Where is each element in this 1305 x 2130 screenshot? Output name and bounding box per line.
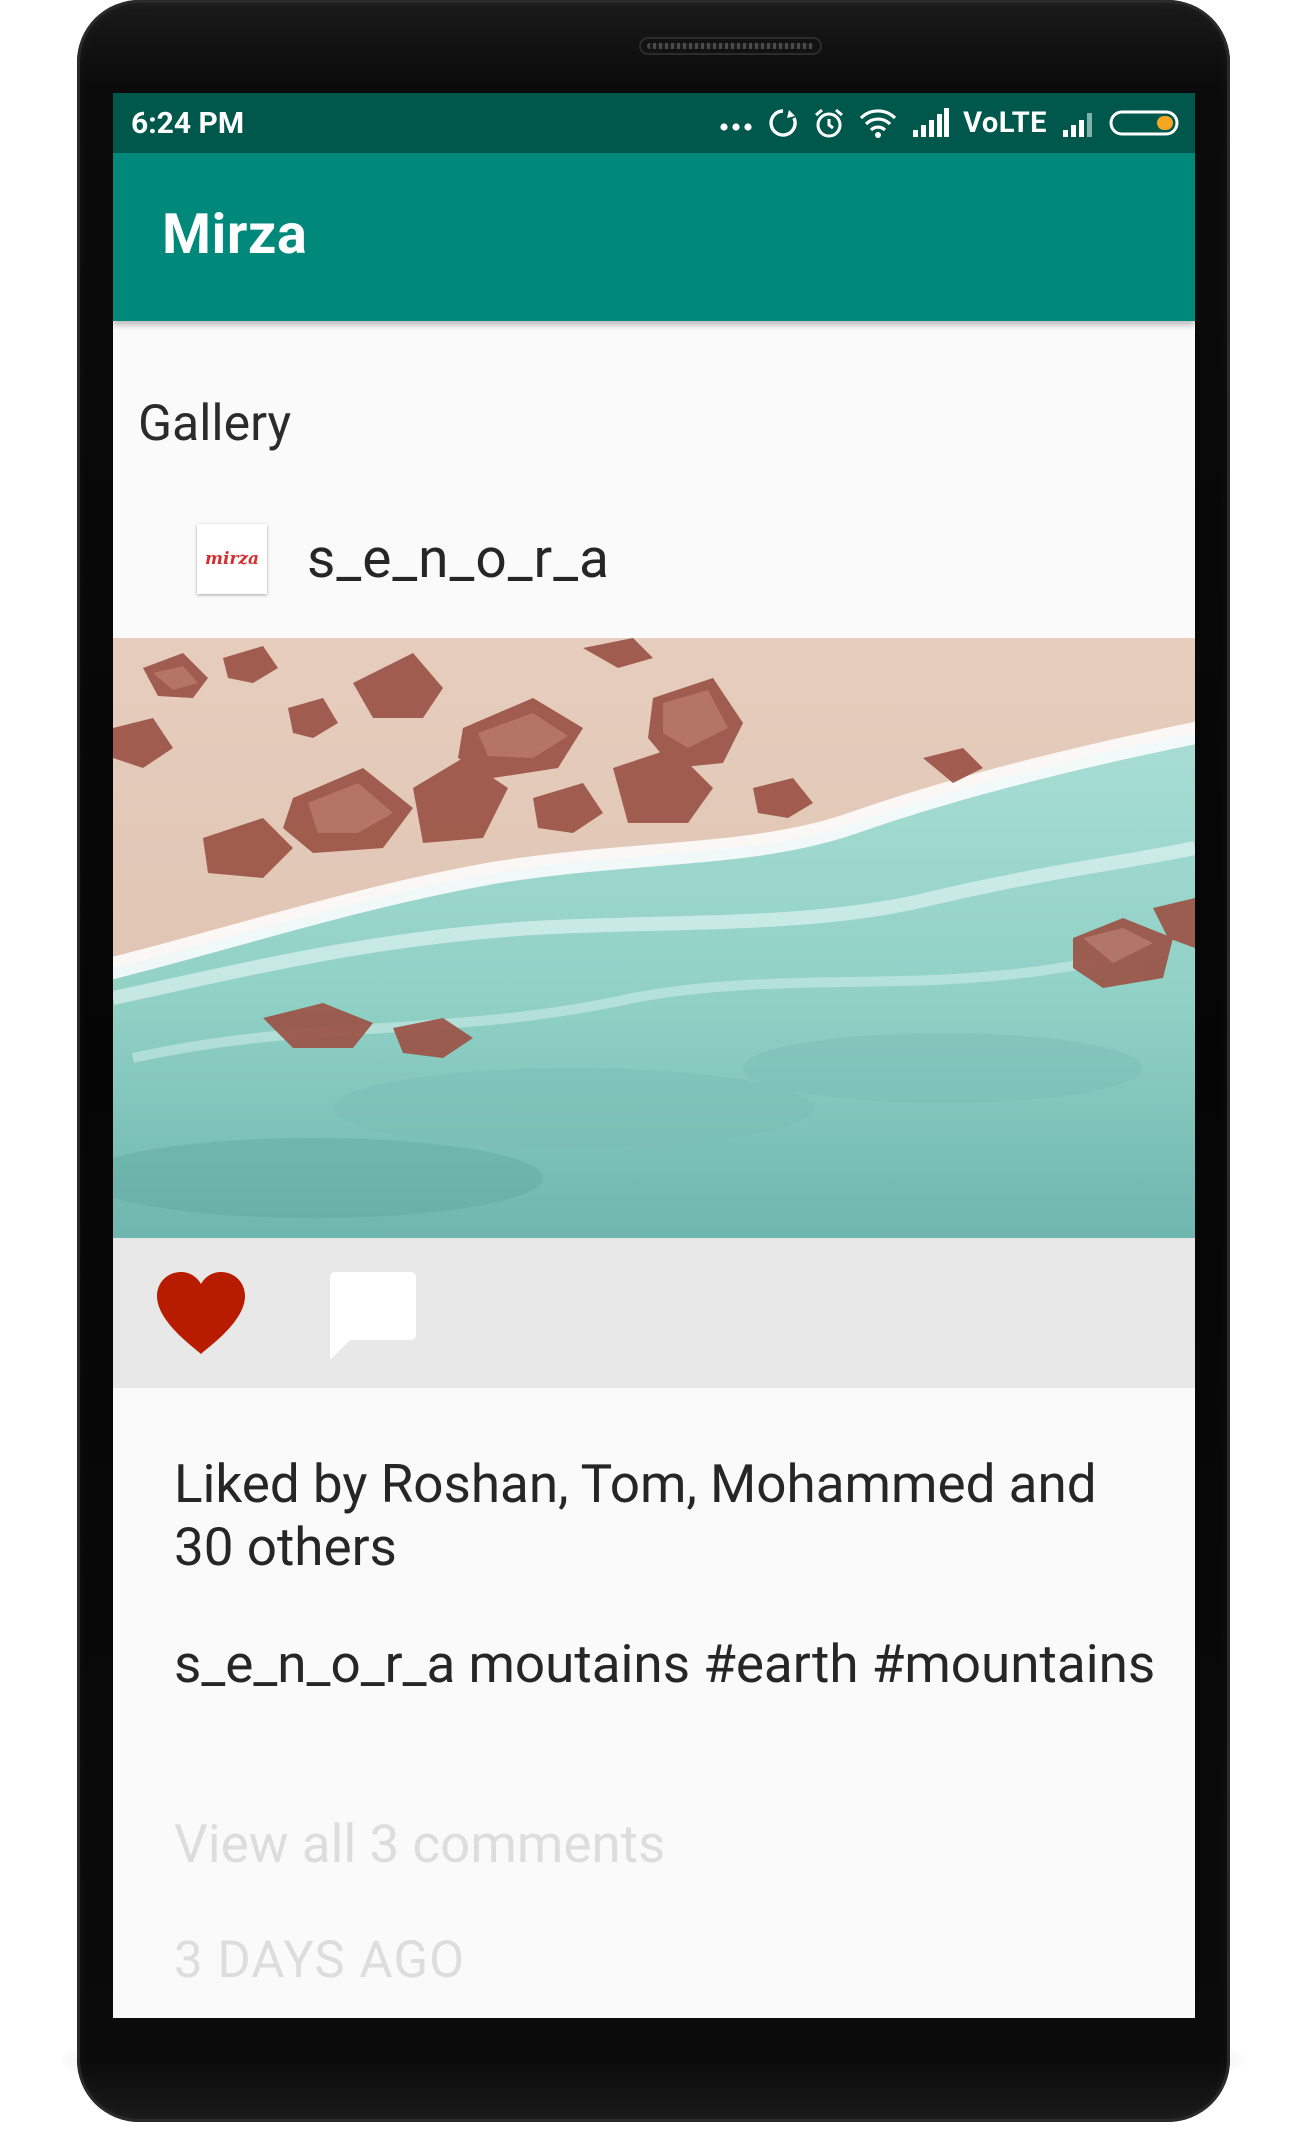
network-label: VoLTE bbox=[963, 106, 1047, 140]
phone-screen: 6:24 PM VoLTE Mirza Gallery mirza s_e_n_… bbox=[113, 93, 1195, 2018]
comment-icon[interactable] bbox=[328, 1270, 418, 1362]
status-bar: 6:24 PM VoLTE bbox=[113, 93, 1195, 153]
app-bar: Mirza bbox=[113, 153, 1195, 321]
battery-icon bbox=[1109, 110, 1179, 136]
app-title: Mirza bbox=[162, 201, 308, 267]
post-username[interactable]: s_e_n_o_r_a bbox=[307, 527, 610, 591]
post-header[interactable]: mirza s_e_n_o_r_a bbox=[197, 523, 897, 595]
signal-weak-icon bbox=[1063, 113, 1092, 137]
view-comments-link[interactable]: View all 3 comments bbox=[174, 1813, 665, 1875]
post-timestamp: 3 DAYS AGO bbox=[174, 1931, 466, 1990]
wifi-icon bbox=[859, 109, 897, 138]
more-dots-icon bbox=[720, 123, 752, 131]
signal-icon bbox=[913, 108, 950, 137]
speaker-grille bbox=[639, 37, 822, 55]
avatar[interactable]: mirza bbox=[197, 524, 267, 594]
post-photo[interactable] bbox=[113, 638, 1195, 1238]
status-time: 6:24 PM bbox=[131, 106, 245, 141]
like-button bbox=[157, 1272, 245, 1354]
status-icons: VoLTE bbox=[719, 105, 1181, 141]
post-actions bbox=[113, 1238, 1195, 1388]
gallery-heading: Gallery bbox=[138, 395, 292, 453]
heart-icon[interactable] bbox=[155, 1270, 247, 1356]
sync-icon bbox=[769, 109, 797, 137]
likes-summary[interactable]: Liked by Roshan, Tom, Mohammed and 30 ot… bbox=[174, 1453, 1164, 1579]
alarm-icon bbox=[815, 108, 844, 138]
post-caption: s_e_n_o_r_a moutains #earth #mountains bbox=[174, 1633, 1156, 1695]
